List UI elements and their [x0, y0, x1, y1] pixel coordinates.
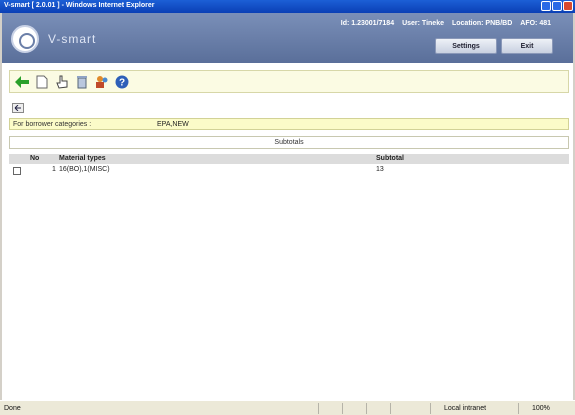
table-row[interactable]: 1 16(BO),1(MISC) 13 — [9, 165, 569, 176]
status-bar: Done Local intranet 100% — [0, 400, 575, 415]
session-location: Location: PNB/BD — [451, 20, 513, 27]
session-id: Id: 1.23001/7184 — [340, 20, 395, 27]
undo-button[interactable] — [12, 103, 24, 113]
security-zone: Local intranet — [444, 405, 487, 412]
table-header: No Material types Subtotal — [9, 154, 569, 164]
section-title: Subtotals — [9, 136, 569, 149]
filter-value: EPA,NEW — [157, 121, 189, 128]
back-arrow-icon[interactable] — [14, 74, 30, 90]
status-text: Done — [4, 405, 21, 412]
maximize-button[interactable] — [552, 1, 562, 11]
session-afo: AFO: 481 — [520, 20, 551, 27]
minimize-button[interactable] — [541, 1, 551, 11]
close-button[interactable] — [563, 1, 573, 11]
toolbar: ? — [9, 70, 569, 93]
new-document-icon[interactable] — [34, 74, 50, 90]
col-material-types: Material types — [59, 155, 106, 162]
people-icon[interactable] — [94, 74, 110, 90]
exit-button[interactable]: Exit — [501, 38, 553, 54]
row-material-types: 16(BO),1(MISC) — [59, 166, 110, 173]
col-no: No — [30, 155, 40, 162]
row-subtotal: 13 — [376, 166, 384, 173]
undo-icon — [14, 105, 21, 111]
app-area: V-smart Id: 1.23001/7184 User: Tineke Lo… — [2, 13, 573, 400]
help-icon[interactable]: ? — [114, 74, 130, 90]
session-user: User: Tineke — [402, 20, 444, 27]
logo-text: V-smart — [48, 32, 97, 46]
window-title: V-smart [ 2.0.01 ] - Windows Internet Ex… — [4, 2, 155, 9]
settings-button[interactable]: Settings — [435, 38, 497, 54]
row-no: 1 — [52, 166, 56, 173]
window-titlebar: V-smart [ 2.0.01 ] - Windows Internet Ex… — [0, 0, 575, 13]
filter-bar: For borrower categories : EPA,NEW — [9, 118, 569, 130]
session-info: Id: 1.23001/7184 User: Tineke Location: … — [341, 20, 551, 27]
app-header: V-smart Id: 1.23001/7184 User: Tineke Lo… — [2, 13, 573, 63]
trash-icon[interactable] — [74, 74, 90, 90]
hand-pointer-icon[interactable] — [54, 74, 70, 90]
col-subtotal: Subtotal — [376, 155, 404, 162]
zoom-level[interactable]: 100% — [532, 405, 550, 412]
logo-icon — [11, 25, 39, 53]
svg-text:?: ? — [119, 77, 125, 88]
filter-label: For borrower categories : — [13, 121, 92, 128]
row-checkbox[interactable] — [13, 167, 21, 175]
